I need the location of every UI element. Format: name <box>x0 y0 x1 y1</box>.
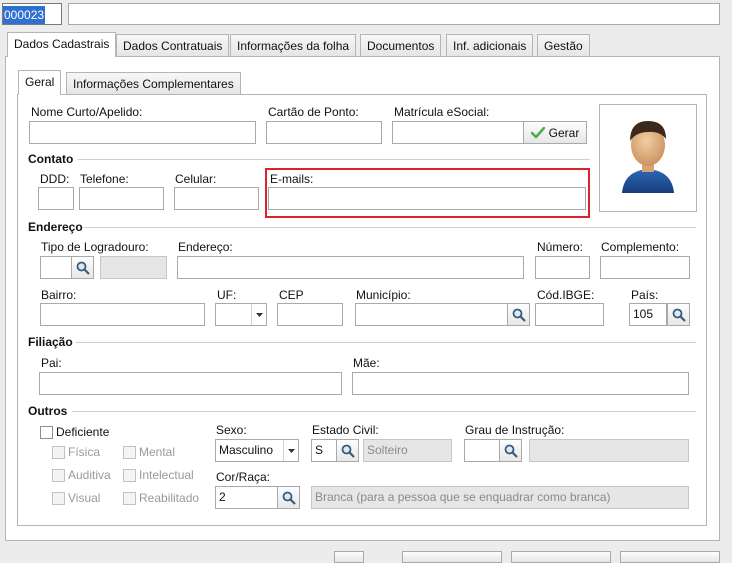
complemento-label: Complemento: <box>601 240 680 254</box>
filiacao-section-title: Filiação <box>28 335 73 349</box>
visual-label: Visual <box>68 491 101 505</box>
numero-label: Número: <box>537 240 584 254</box>
auditiva-label: Auditiva <box>68 468 111 482</box>
cartao-ponto-label: Cartão de Ponto: <box>268 105 359 119</box>
auditiva-checkbox[interactable] <box>52 469 65 482</box>
cor-raca-input[interactable]: 2 <box>215 486 278 509</box>
cor-raca-search-button[interactable] <box>277 486 300 509</box>
celular-label: Celular: <box>175 172 217 186</box>
search-icon <box>282 491 296 505</box>
outros-section-title: Outros <box>28 404 68 418</box>
reabilitado-label: Reabilitado <box>139 491 200 505</box>
search-icon <box>672 308 686 322</box>
pai-input[interactable] <box>39 372 342 395</box>
mental-label: Mental <box>139 445 176 459</box>
ddd-input[interactable] <box>38 187 74 210</box>
grau-instrucao-desc <box>529 439 689 462</box>
uf-dropdown-arrow[interactable] <box>251 304 266 325</box>
sexo-label: Sexo: <box>216 423 247 437</box>
outros-separator <box>72 411 696 412</box>
filiacao-separator <box>76 342 696 343</box>
tipo-logradouro-label: Tipo de Logradouro: <box>41 240 149 254</box>
estado-civil-desc: Solteiro <box>363 439 452 462</box>
grau-instrucao-input[interactable] <box>464 439 500 462</box>
footer-button-2[interactable] <box>511 551 611 563</box>
endereco-section-title: Endereço <box>28 220 83 234</box>
uf-select[interactable] <box>215 303 267 326</box>
sexo-selected-value: Masculino <box>219 443 274 457</box>
gerar-button-label: Gerar <box>548 125 580 140</box>
cep-label: CEP <box>279 288 304 302</box>
footer-button-1[interactable] <box>402 551 502 563</box>
cor-raca-desc: Branca (para a pessoa que se enquadrar c… <box>311 486 689 509</box>
endereco-separator <box>84 227 696 228</box>
estado-civil-search-button[interactable] <box>336 439 359 462</box>
search-icon <box>512 308 526 322</box>
grau-instrucao-label: Grau de Instrução: <box>465 423 565 437</box>
grau-instrucao-search-button[interactable] <box>499 439 522 462</box>
gerar-button[interactable]: Gerar <box>523 121 587 144</box>
municipio-input[interactable] <box>355 303 508 326</box>
search-icon <box>76 261 90 275</box>
nome-curto-label: Nome Curto/Apelido: <box>31 105 143 119</box>
intelectual-label: Intelectual <box>139 468 194 482</box>
chevron-down-icon <box>255 312 263 317</box>
pai-label: Pai: <box>41 356 62 370</box>
deficiente-checkbox[interactable] <box>40 426 53 439</box>
cod-ibge-label: Cód.IBGE: <box>537 288 595 302</box>
footer-small-button[interactable] <box>334 551 364 563</box>
emails-input[interactable] <box>268 187 586 210</box>
intelectual-checkbox[interactable] <box>123 469 136 482</box>
complemento-input[interactable] <box>600 256 690 279</box>
mental-checkbox[interactable] <box>123 446 136 459</box>
telefone-label: Telefone: <box>80 172 129 186</box>
search-icon <box>504 444 518 458</box>
pais-search-button[interactable] <box>667 303 690 326</box>
numero-input[interactable] <box>535 256 590 279</box>
tipo-logradouro-search-button[interactable] <box>71 256 94 279</box>
cep-input[interactable] <box>277 303 343 326</box>
matricula-esocial-label: Matrícula eSocial: <box>394 105 490 119</box>
bairro-input[interactable] <box>40 303 205 326</box>
uf-label: UF: <box>217 288 237 302</box>
endereco-input[interactable] <box>177 256 524 279</box>
employee-photo[interactable] <box>599 104 697 212</box>
matricula-esocial-input[interactable] <box>392 121 524 144</box>
search-icon <box>341 444 355 458</box>
nome-curto-input[interactable] <box>29 121 256 144</box>
contato-separator <box>78 159 590 160</box>
deficiente-label: Deficiente <box>56 425 110 439</box>
tipo-logradouro-input[interactable] <box>40 256 72 279</box>
pais-label: País: <box>631 288 659 302</box>
cod-ibge-input[interactable] <box>535 303 604 326</box>
chevron-down-icon <box>287 448 295 453</box>
endereco-label: Endereço: <box>178 240 233 254</box>
fisica-checkbox[interactable] <box>52 446 65 459</box>
footer-button-3[interactable] <box>620 551 720 563</box>
contato-section-title: Contato <box>28 152 74 166</box>
emails-label: E-mails: <box>270 172 314 186</box>
visual-checkbox[interactable] <box>52 492 65 505</box>
cor-raca-label: Cor/Raça: <box>216 470 271 484</box>
pais-input[interactable]: 105 <box>629 303 667 326</box>
estado-civil-label: Estado Civil: <box>312 423 379 437</box>
municipio-label: Município: <box>356 288 411 302</box>
telefone-input[interactable] <box>79 187 164 210</box>
cartao-ponto-input[interactable] <box>266 121 382 144</box>
mae-input[interactable] <box>352 372 689 395</box>
municipio-search-button[interactable] <box>507 303 530 326</box>
ddd-label: DDD: <box>40 172 70 186</box>
tipo-logradouro-desc <box>100 256 167 279</box>
bairro-label: Bairro: <box>41 288 77 302</box>
reabilitado-checkbox[interactable] <box>123 492 136 505</box>
person-avatar-icon <box>622 121 674 193</box>
fisica-label: Física <box>68 445 101 459</box>
estado-civil-input[interactable]: S <box>311 439 337 462</box>
celular-input[interactable] <box>174 187 259 210</box>
sexo-dropdown-arrow[interactable] <box>283 440 298 461</box>
mae-label: Mãe: <box>353 356 380 370</box>
sexo-select[interactable]: Masculino <box>215 439 299 462</box>
check-icon <box>530 126 545 138</box>
